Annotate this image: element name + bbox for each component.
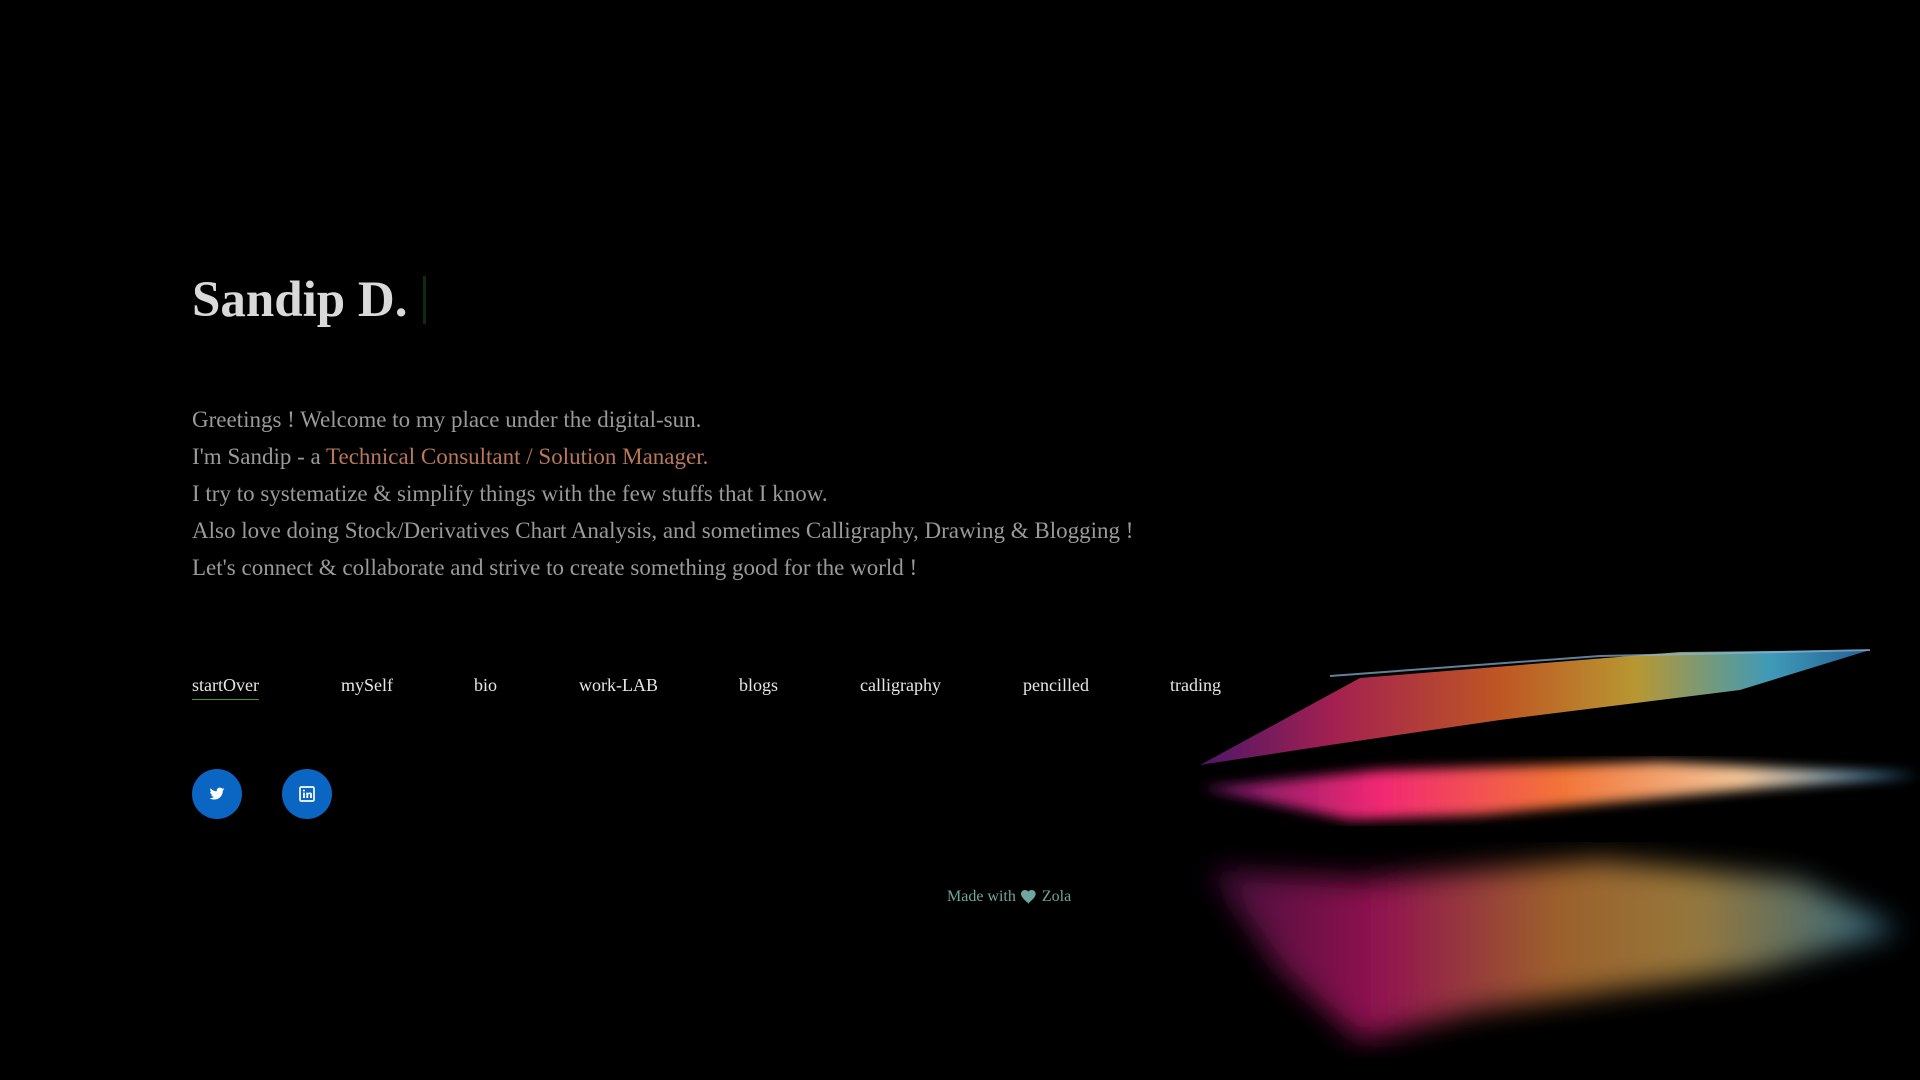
nav-item-myself[interactable]: mySelf xyxy=(341,674,393,700)
social-links xyxy=(192,769,1292,819)
nav-item-bio[interactable]: bio xyxy=(474,674,497,700)
title-row: Sandip D. xyxy=(192,270,1292,330)
nav-item-startover[interactable]: startOver xyxy=(192,674,259,700)
footer: Made with Zola xyxy=(947,888,1071,906)
intro-line-1: Greetings ! Welcome to my place under th… xyxy=(192,407,702,432)
heart-icon xyxy=(1020,890,1037,904)
footer-zola-link[interactable]: Zola xyxy=(1042,888,1071,906)
intro-line-2-prefix: I'm Sandip - a xyxy=(192,444,327,469)
typing-cursor xyxy=(423,276,427,324)
linkedin-icon xyxy=(299,786,315,802)
intro-line-2: I'm Sandip - a Technical Consultant / So… xyxy=(192,438,1292,475)
twitter-button[interactable] xyxy=(192,769,242,819)
linkedin-button[interactable] xyxy=(282,769,332,819)
nav-item-pencilled[interactable]: pencilled xyxy=(1023,674,1089,700)
nav-item-work-lab[interactable]: work-LAB xyxy=(579,674,658,700)
intro-role: Technical Consultant / Solution Manager. xyxy=(326,444,709,469)
site-title: Sandip D. xyxy=(192,272,408,328)
intro-line-3: I try to systematize & simplify things w… xyxy=(192,481,828,506)
intro-text: Greetings ! Welcome to my place under th… xyxy=(192,401,1292,586)
nav-item-blogs[interactable]: blogs xyxy=(739,674,778,700)
footer-made-with: Made with xyxy=(947,888,1016,905)
main-nav: startOver mySelf bio work-LAB blogs call… xyxy=(192,674,1292,704)
main-content: Sandip D. Greetings ! Welcome to my plac… xyxy=(192,270,1292,819)
twitter-icon xyxy=(209,787,225,800)
intro-line-5: Let's connect & collaborate and strive t… xyxy=(192,555,918,580)
nav-item-trading[interactable]: trading xyxy=(1170,674,1221,700)
intro-line-4: Also love doing Stock/Derivatives Chart … xyxy=(192,518,1134,543)
nav-item-calligraphy[interactable]: calligraphy xyxy=(860,674,941,700)
